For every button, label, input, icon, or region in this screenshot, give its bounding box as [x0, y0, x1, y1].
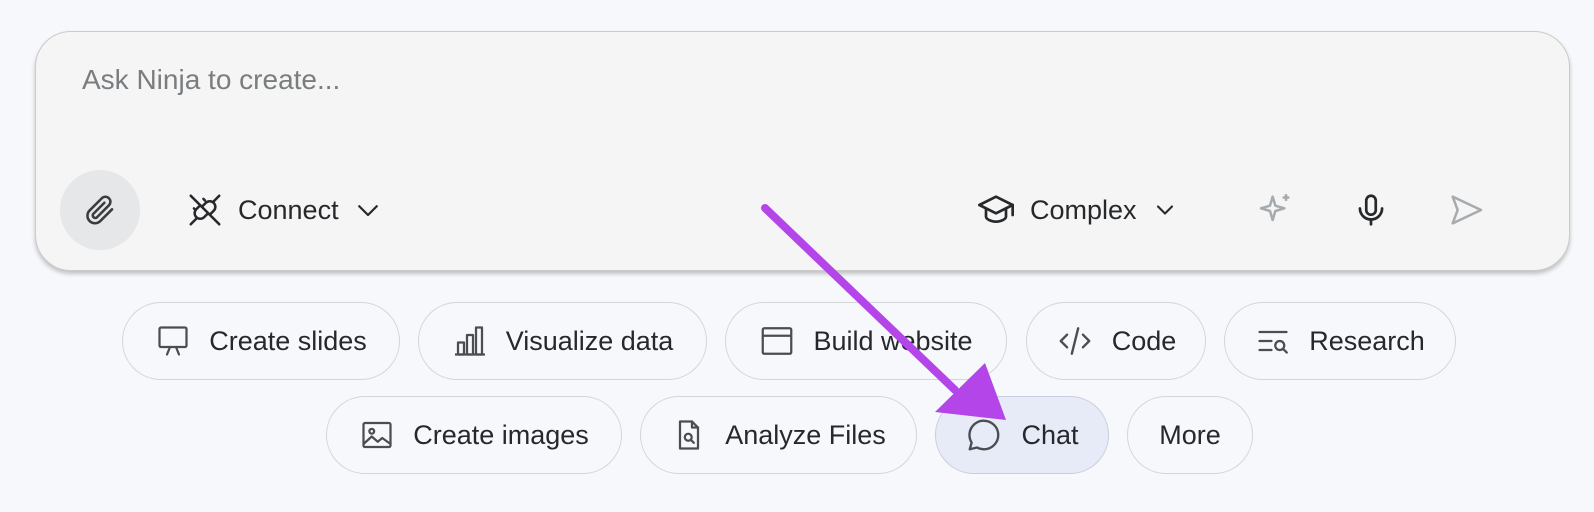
chip-analyze-files[interactable]: Analyze Files	[640, 396, 917, 474]
chat-bubble-icon	[968, 419, 1000, 451]
chip-label: Visualize data	[505, 325, 674, 356]
chip-more[interactable]: More	[1127, 396, 1253, 474]
mode-label: Complex	[1030, 194, 1137, 225]
sparkle-icon	[1259, 194, 1290, 222]
chip-code[interactable]: Code	[1026, 302, 1206, 380]
enhance-button[interactable]	[1248, 182, 1304, 238]
chip-build-website[interactable]: Build website	[725, 302, 1007, 380]
chip-research[interactable]: Research	[1224, 302, 1456, 380]
microphone-button[interactable]	[1343, 182, 1399, 238]
chip-create-images[interactable]: Create images	[326, 396, 622, 474]
research-icon	[1258, 330, 1289, 354]
file-search-icon	[679, 420, 700, 450]
presentation-icon	[158, 326, 188, 356]
chevron-down-icon	[357, 205, 378, 217]
chip-chat[interactable]: Chat	[935, 396, 1109, 474]
connect-label: Connect	[238, 194, 339, 225]
browser-window-icon	[762, 327, 793, 355]
prompt-composer: Connect Complex	[35, 31, 1570, 271]
send-button[interactable]	[1438, 182, 1494, 238]
connect-button[interactable]: Connect	[186, 184, 383, 236]
bar-chart-icon	[454, 326, 485, 356]
chip-label: Chat	[1021, 419, 1079, 450]
chip-label: Research	[1309, 325, 1425, 356]
send-icon	[1451, 195, 1483, 225]
prompt-input[interactable]	[82, 58, 1482, 102]
chip-label: Analyze Files	[725, 419, 886, 450]
chip-label: Build website	[813, 325, 973, 356]
graduation-cap-icon	[978, 195, 1014, 223]
attach-button[interactable]	[60, 170, 140, 250]
mode-selector[interactable]: Complex	[976, 184, 1179, 236]
chip-visualize-data[interactable]: Visualize data	[418, 302, 707, 380]
chevron-down-icon	[1156, 205, 1173, 215]
chip-label: Create images	[413, 419, 589, 450]
chip-label: Code	[1111, 325, 1177, 356]
chip-label: More	[1159, 419, 1221, 450]
chip-label: Create slides	[209, 325, 367, 356]
microphone-icon	[1358, 194, 1384, 226]
chip-create-slides[interactable]: Create slides	[122, 302, 400, 380]
unplug-icon	[189, 194, 221, 226]
code-icon	[1059, 327, 1091, 355]
page: Connect Complex	[0, 0, 1594, 512]
paperclip-icon	[86, 195, 114, 225]
image-icon	[362, 421, 392, 449]
